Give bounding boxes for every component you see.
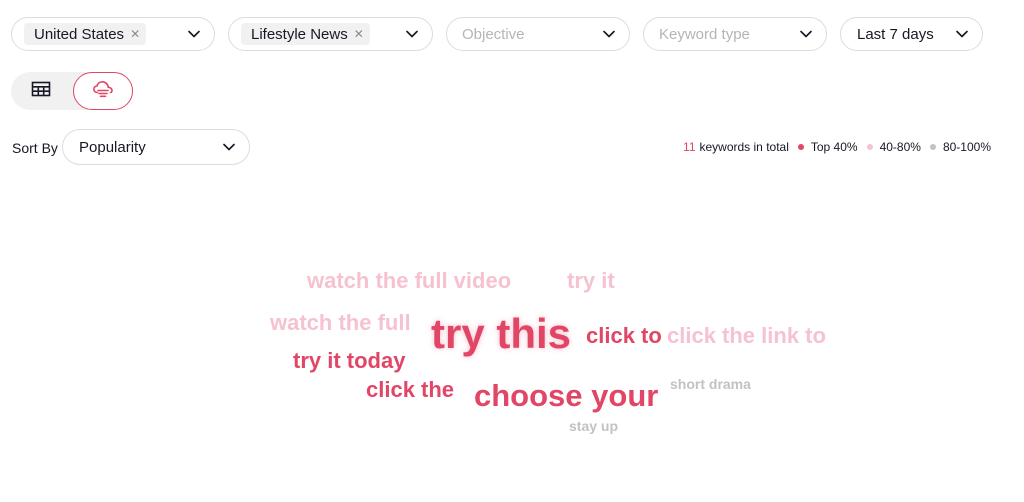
remove-country-icon[interactable]: ✕ xyxy=(130,28,140,40)
word-cloud: watch the full video try it watch the fu… xyxy=(0,0,1024,502)
period-filter[interactable]: Last 7 days xyxy=(840,17,983,51)
period-value: Last 7 days xyxy=(857,25,934,43)
cloud-word[interactable]: try it today xyxy=(293,350,405,372)
legend-dot-mid xyxy=(866,144,873,150)
country-filter[interactable]: United States ✕ xyxy=(11,17,215,51)
table-view-button[interactable] xyxy=(11,72,71,110)
legend-label-top: Top 40% xyxy=(810,140,858,154)
sort-by-label: Sort By xyxy=(12,140,58,156)
keyword-count: 11 xyxy=(683,140,696,154)
sort-select[interactable]: Popularity xyxy=(62,129,250,165)
industry-chip-label: Lifestyle News xyxy=(251,25,348,43)
legend-dot-low xyxy=(929,144,936,150)
chevron-down-icon[interactable] xyxy=(956,30,968,38)
chevron-down-icon[interactable] xyxy=(800,30,812,38)
remove-industry-icon[interactable]: ✕ xyxy=(354,28,364,40)
industry-filter[interactable]: Lifestyle News ✕ xyxy=(228,17,433,51)
country-chip: United States ✕ xyxy=(24,23,147,45)
cloud-word[interactable]: click to xyxy=(586,325,662,347)
table-icon xyxy=(31,81,51,102)
cloud-word[interactable]: try it xyxy=(567,270,615,292)
objective-filter[interactable]: Objective xyxy=(446,17,630,51)
legend-dot-top xyxy=(797,144,804,150)
keyword-type-filter[interactable]: Keyword type xyxy=(643,17,827,51)
cloud-word[interactable]: stay up xyxy=(569,419,618,433)
cloud-word[interactable]: short drama xyxy=(670,377,751,391)
legend-label-low: 80-100% xyxy=(942,140,991,154)
cloud-word[interactable]: click the link to xyxy=(667,325,826,347)
legend: 11 keywords in total Top 40% 40-80% 80-1… xyxy=(683,140,991,154)
legend-label-mid: 40-80% xyxy=(879,140,921,154)
industry-chip: Lifestyle News ✕ xyxy=(241,23,370,45)
cloud-word[interactable]: click the xyxy=(366,379,454,401)
cloud-word[interactable]: watch the full video xyxy=(307,270,511,292)
country-chip-label: United States xyxy=(34,25,125,43)
cloud-word[interactable]: choose your xyxy=(474,380,658,411)
chevron-down-icon[interactable] xyxy=(406,30,418,38)
cloud-word[interactable]: watch the full xyxy=(270,312,411,334)
cloud-word[interactable]: try this xyxy=(431,313,571,355)
view-toggle xyxy=(11,72,133,110)
keyword-type-placeholder: Keyword type xyxy=(659,25,750,43)
cloud-icon xyxy=(92,80,114,103)
objective-placeholder: Objective xyxy=(462,25,525,43)
chevron-down-icon[interactable] xyxy=(223,143,235,151)
word-cloud-view-button[interactable] xyxy=(73,72,133,110)
chevron-down-icon[interactable] xyxy=(603,30,615,38)
chevron-down-icon[interactable] xyxy=(188,30,200,38)
sort-value: Popularity xyxy=(79,138,146,156)
keyword-count-suffix: keywords in total xyxy=(699,140,789,154)
